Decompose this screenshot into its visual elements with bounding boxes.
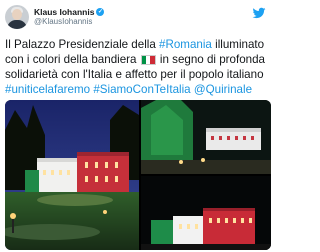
follow-bird-icon[interactable] <box>252 6 266 20</box>
hashtag-link[interactable]: #uniticelafaremo <box>5 83 90 96</box>
hashtag-link[interactable]: #Romania <box>159 38 212 51</box>
display-name[interactable]: Klaus Iohannis <box>34 7 94 17</box>
tweet-text: Il Palazzo Presidenziale della #Romania … <box>5 37 271 97</box>
photo-palace-night-left[interactable] <box>5 100 139 250</box>
photo-palace-tricolor-right-bottom[interactable] <box>141 176 271 250</box>
avatar-suit <box>7 20 27 29</box>
tweet-text-segment: Il Palazzo Presidenziale della <box>5 38 160 51</box>
user-handle[interactable]: @KlausIohannis <box>34 17 104 27</box>
avatar[interactable] <box>5 5 29 29</box>
hashtag-link[interactable]: #SiamoConTeItalia <box>93 83 190 96</box>
tweet-header: Klaus Iohannis ✓ @KlausIohannis <box>5 4 105 30</box>
photo-palace-green-right-top[interactable] <box>141 100 271 174</box>
tweet-media[interactable] <box>5 100 271 250</box>
tweet-card: Klaus Iohannis ✓ @KlausIohannis Il Palaz… <box>0 0 272 252</box>
name-row: Klaus Iohannis ✓ <box>34 7 105 17</box>
italian-flag-icon <box>140 55 156 65</box>
mention-link[interactable]: @Quirinale <box>194 83 252 96</box>
avatar-face <box>12 9 22 20</box>
verified-badge-icon: ✓ <box>96 8 105 16</box>
author-names: Klaus Iohannis ✓ @KlausIohannis <box>34 7 105 27</box>
